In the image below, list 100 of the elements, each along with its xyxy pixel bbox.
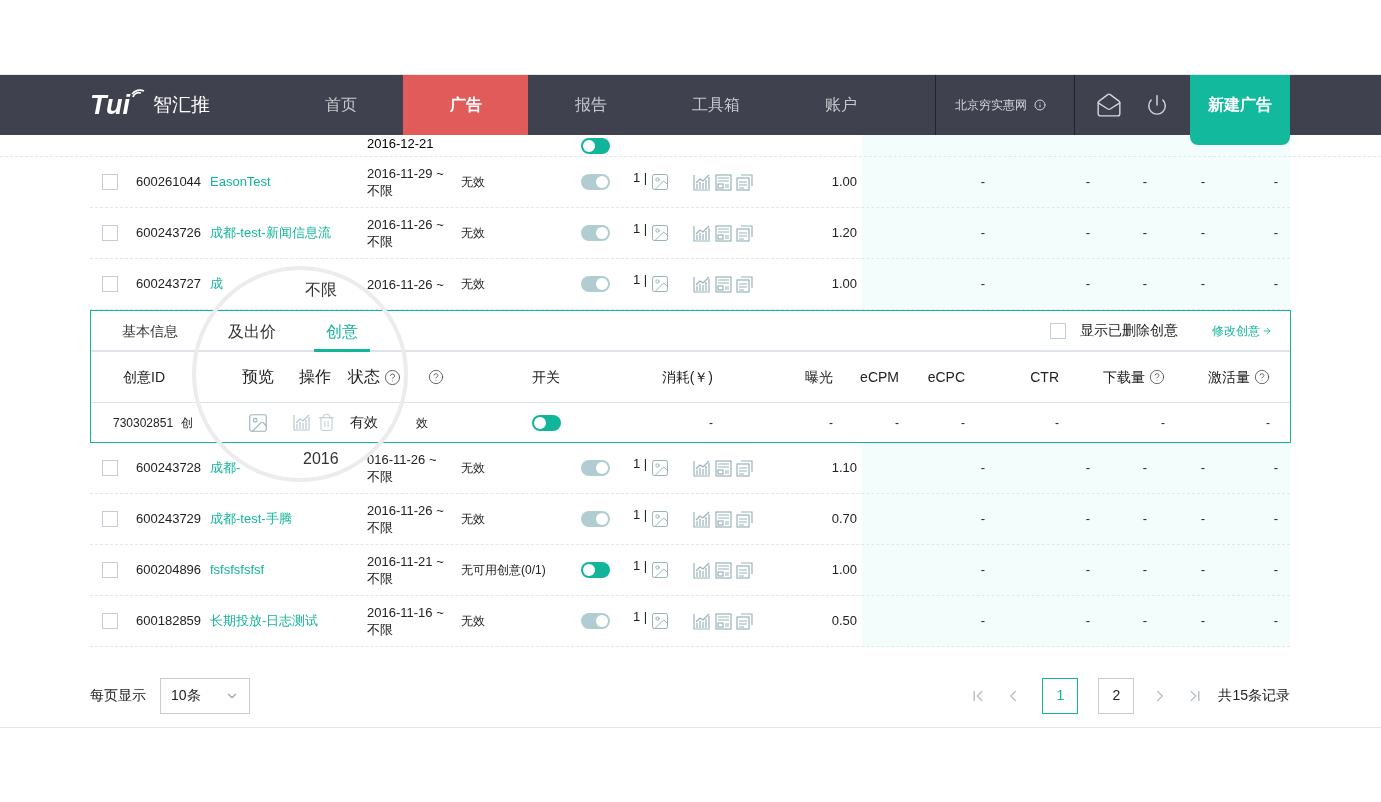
table-cell-text: 创 [181,414,193,432]
date-range: 2016-11-21 ~ [367,553,445,570]
page-button[interactable]: 2 [1098,677,1135,714]
bar-chart-icon[interactable] [693,612,711,630]
image-icon[interactable] [650,458,671,478]
table-cell-text: 有效 [350,413,378,432]
toggle-switch[interactable] [532,414,561,431]
layout-icon[interactable] [715,224,732,242]
bid-price: 0.70 [830,510,857,529]
layout-icon[interactable] [715,612,732,630]
new-ad-button[interactable]: 新建广告 [1190,75,1290,145]
date-range: 2016-11-29 ~ [367,165,445,182]
date-range: 不限 [367,182,394,199]
help-icon[interactable] [1149,369,1165,385]
help-icon[interactable] [1254,369,1270,385]
image-icon[interactable] [650,509,671,529]
help-icon[interactable] [384,368,401,386]
layout-icon[interactable] [715,510,732,528]
info-icon[interactable] [1034,99,1046,111]
date-range: 不限 [367,621,394,638]
bar-chart-icon[interactable] [693,275,711,293]
bar-chart-icon[interactable] [293,414,311,431]
bid-price: 1.00 [830,173,857,192]
metric-value: - [1199,612,1205,631]
copy-icon[interactable] [736,561,753,579]
trash-icon[interactable] [317,413,336,432]
column-header: eCPC [927,367,965,387]
nav-tab[interactable]: 工具箱 [653,75,778,135]
nav-tab[interactable]: 账户 [778,75,903,135]
nav-tab[interactable]: 首页 [278,75,403,135]
layout-icon[interactable] [715,275,732,293]
per-page-select[interactable]: 10条 [160,677,250,714]
copy-icon[interactable] [736,275,753,293]
toggle-switch[interactable] [581,562,610,578]
image-icon[interactable] [650,172,671,192]
column-header: 状态 [348,367,380,387]
image-icon[interactable] [650,223,671,243]
show-deleted-checkbox[interactable] [1050,322,1066,339]
ad-id: 600182859 [136,612,203,631]
table-cell-text: 效 [416,414,428,432]
copy-icon[interactable] [736,510,753,528]
row-checkbox[interactable] [102,562,118,578]
creative-count: 1 | [633,557,648,575]
table-cell-text: - [895,414,899,432]
layout-icon[interactable] [715,561,732,579]
metric-value: - [979,275,985,294]
column-header: 操作 [299,367,331,387]
toggle-switch[interactable] [581,137,610,154]
table-cell-text: - [1266,414,1270,432]
page-button[interactable]: 1 [1042,677,1079,714]
bar-chart-icon[interactable] [693,510,711,528]
signal-icon [131,89,145,99]
bar-chart-icon[interactable] [693,561,711,579]
panel-tab[interactable]: 及出价 [216,314,288,352]
logo-mark: Tui [90,91,130,119]
date-range: 2016-12-21 [367,134,435,153]
ad-name-link[interactable]: fsfsfsfsfsf [210,560,265,580]
ad-status: 无效 [461,511,486,528]
ad-status: 无效 [461,460,486,477]
ad-id: 600243729 [136,510,203,529]
mail-icon[interactable] [1096,92,1122,118]
power-icon[interactable] [1146,94,1168,116]
image-icon[interactable] [650,611,671,631]
column-header: eCPM [860,367,899,387]
copy-icon[interactable] [736,459,753,477]
metric-value: - [1199,561,1205,580]
panel-tab[interactable]: 基本信息 [110,314,190,352]
creative-count: 1 | [633,506,648,524]
edit-creative-link[interactable]: 修改创意 [1212,321,1272,340]
image-icon[interactable] [650,560,671,580]
panel-tab[interactable]: 创意 [314,314,370,352]
creative-count: 1 | [633,220,648,238]
ad-id: 600243726 [136,224,203,243]
bar-chart-icon[interactable] [693,224,711,242]
metric-value: - [1199,173,1205,192]
magnified-text: 2016 [303,451,339,467]
layout-icon[interactable] [715,173,732,191]
nav-tab[interactable]: 报告 [528,75,653,135]
nav-tab[interactable]: 广告 [403,75,528,135]
metric-value: - [1141,459,1147,478]
bar-chart-icon[interactable] [693,459,711,477]
column-header: 曝光 [805,367,833,387]
image-icon[interactable] [650,274,671,294]
copy-icon[interactable] [736,224,753,242]
metric-value: - [1272,173,1278,192]
copy-icon[interactable] [736,612,753,630]
date-range: 不限 [367,519,394,536]
bar-chart-icon[interactable] [693,173,711,191]
column-header: CTR [1030,367,1059,387]
checkbox-label: 显示已删除创意 [1080,321,1178,340]
help-icon[interactable] [428,369,444,385]
bid-price: 1.00 [830,275,857,294]
metric-value: - [1084,275,1090,294]
copy-icon[interactable] [736,173,753,191]
layout-icon[interactable] [715,459,732,477]
date-range: 不限 [367,570,394,587]
logo-name: 智汇推 [153,92,210,117]
metric-value: - [1084,173,1090,192]
image-icon[interactable] [247,411,269,434]
ad-id: 600243728 [136,459,203,478]
